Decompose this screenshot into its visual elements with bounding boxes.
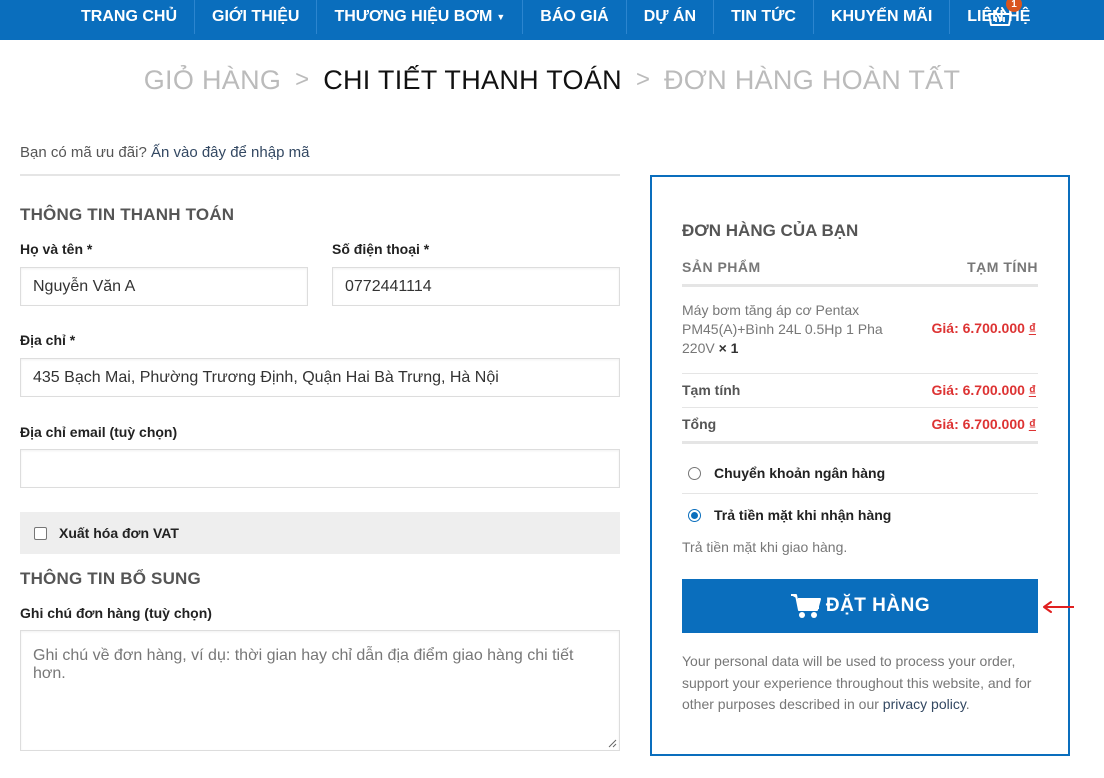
arrow-left-icon <box>1043 601 1074 613</box>
col-subtotal: TẠM TÍNH <box>967 259 1038 275</box>
product-quantity: × 1 <box>718 340 739 356</box>
coupon-link[interactable]: Ấn vào đây để nhập mã <box>151 144 309 161</box>
chevron-right-icon: > <box>635 66 650 93</box>
name-field[interactable]: Nguyễn Văn A <box>20 267 308 306</box>
nav-projects[interactable]: DỰ ÁN <box>627 0 715 34</box>
billing-title: THÔNG TIN THANH TOÁN <box>20 205 235 224</box>
phone-field[interactable]: 0772441114 <box>332 267 620 306</box>
order-table-header: SẢN PHẨM TẠM TÍNH <box>682 259 1038 275</box>
cod-radio[interactable] <box>688 508 701 522</box>
vat-label: Xuất hóa đơn VAT <box>59 525 179 541</box>
name-label: Họ và tên * <box>20 241 93 257</box>
price-prefix: Giá: <box>931 382 963 398</box>
email-field[interactable] <box>20 449 620 488</box>
name-value: Nguyễn Văn A <box>33 277 136 295</box>
privacy-policy-link[interactable]: privacy policy <box>883 696 966 712</box>
email-label: Địa chỉ email (tuỳ chọn) <box>20 424 178 440</box>
subtotal-value: 6.700.000 <box>962 382 1025 398</box>
divider <box>20 174 620 176</box>
order-notes-field[interactable]: Ghi chú về đơn hàng, ví dụ: thời gian ha… <box>20 630 620 751</box>
currency-symbol: ₫ <box>1028 320 1036 336</box>
address-field[interactable]: 435 Bạch Mai, Phường Trương Định, Quận H… <box>20 358 620 397</box>
caret-down-icon: ▼ <box>496 12 506 22</box>
cart-count-badge: 1 <box>1006 0 1022 12</box>
privacy-text: Your personal data will be used to proce… <box>682 653 1032 712</box>
order-notes-label: Ghi chú đơn hàng (tuỳ chọn) <box>20 605 212 621</box>
order-summary-box: ĐƠN HÀNG CỦA BẠN SẢN PHẨM TẠM TÍNH Máy b… <box>650 175 1070 756</box>
nav-home[interactable]: TRANG CHỦ <box>64 0 195 34</box>
col-product: SẢN PHẨM <box>682 259 761 275</box>
place-order-button[interactable]: ĐẶT HÀNG <box>682 579 1038 633</box>
nav-quote[interactable]: BÁO GIÁ <box>523 0 627 34</box>
cart-button[interactable]: 1 <box>976 0 1024 34</box>
total-label: Tổng <box>682 416 717 432</box>
divider <box>682 284 1038 287</box>
cod-description: Trả tiền mặt khi giao hàng. <box>682 539 848 555</box>
nav-pump-brands[interactable]: THƯƠNG HIỆU BƠM ▼ <box>317 0 524 34</box>
main-menu: TRANG CHỦ GIỚI THIỆU THƯƠNG HIỆU BƠM ▼ BÁ… <box>64 0 1047 40</box>
coupon-notice: Bạn có mã ưu đãi? Ấn vào đây để nhập mã <box>20 144 309 161</box>
nav-pump-brands-label: THƯƠNG HIỆU BƠM <box>334 8 493 25</box>
place-order-label: ĐẶT HÀNG <box>825 595 931 616</box>
price-prefix: Giá: <box>931 416 963 432</box>
top-navigation-bar: TRANG CHỦ GIỚI THIỆU THƯƠNG HIỆU BƠM ▼ BÁ… <box>0 0 1104 40</box>
subtotal-label: Tạm tính <box>682 382 741 398</box>
divider <box>682 493 1038 494</box>
product-name-text: Máy bơm tăng áp cơ Pentax PM45(A)+Bình 2… <box>682 302 883 356</box>
payment-cash-on-delivery[interactable]: Trả tiền mặt khi nhận hàng <box>688 507 891 523</box>
nav-news[interactable]: TIN TỨC <box>714 0 814 34</box>
chevron-right-icon: > <box>295 66 310 93</box>
privacy-end: . <box>965 696 970 712</box>
currency-symbol: ₫ <box>1028 416 1036 432</box>
privacy-notice: Your personal data will be used to proce… <box>682 651 1042 716</box>
resize-grip-icon[interactable] <box>607 738 617 748</box>
cod-label: Trả tiền mặt khi nhận hàng <box>714 507 892 523</box>
subtotal-price: Giá: 6.700.000 ₫ <box>932 382 1037 398</box>
order-title: ĐƠN HÀNG CỦA BẠN <box>682 221 859 240</box>
step-checkout-details: CHI TIẾT THANH TOÁN <box>323 64 622 95</box>
cart-icon <box>790 594 821 618</box>
divider <box>682 373 1038 374</box>
phone-value: 0772441114 <box>345 277 432 295</box>
address-label: Địa chỉ * <box>20 332 76 348</box>
additional-info-title: THÔNG TIN BỔ SUNG <box>20 569 201 588</box>
nav-about[interactable]: GIỚI THIỆU <box>195 0 318 34</box>
vat-option[interactable]: Xuất hóa đơn VAT <box>20 512 620 554</box>
total-price: Giá: 6.700.000 ₫ <box>932 416 1037 432</box>
currency-symbol: ₫ <box>1028 382 1036 398</box>
total-value: 6.700.000 <box>962 416 1025 432</box>
divider <box>682 441 1038 444</box>
product-name: Máy bơm tăng áp cơ Pentax PM45(A)+Bình 2… <box>682 301 902 358</box>
order-notes-placeholder: Ghi chú về đơn hàng, ví dụ: thời gian ha… <box>33 647 574 682</box>
product-price: Giá: 6.700.000 ₫ <box>932 320 1037 336</box>
coupon-question: Bạn có mã ưu đãi? <box>20 144 147 161</box>
step-order-complete: ĐƠN HÀNG HOÀN TẤT <box>663 64 961 95</box>
nav-promotions[interactable]: KHUYẾN MÃI <box>814 0 951 34</box>
bank-transfer-radio[interactable] <box>688 466 701 480</box>
price-value: 6.700.000 <box>962 320 1025 336</box>
step-cart[interactable]: GIỎ HÀNG <box>144 65 281 96</box>
address-value: 435 Bạch Mai, Phường Trương Định, Quận H… <box>33 368 499 386</box>
divider <box>682 407 1038 408</box>
phone-label: Số điện thoại * <box>332 241 430 257</box>
price-prefix: Giá: <box>931 320 963 336</box>
vat-checkbox[interactable] <box>34 526 47 540</box>
bank-transfer-label: Chuyển khoản ngân hàng <box>714 465 886 481</box>
checkout-steps: GIỎ HÀNG > CHI TIẾT THANH TOÁN > ĐƠN HÀN… <box>0 60 1104 100</box>
payment-bank-transfer[interactable]: Chuyển khoản ngân hàng <box>688 465 885 481</box>
